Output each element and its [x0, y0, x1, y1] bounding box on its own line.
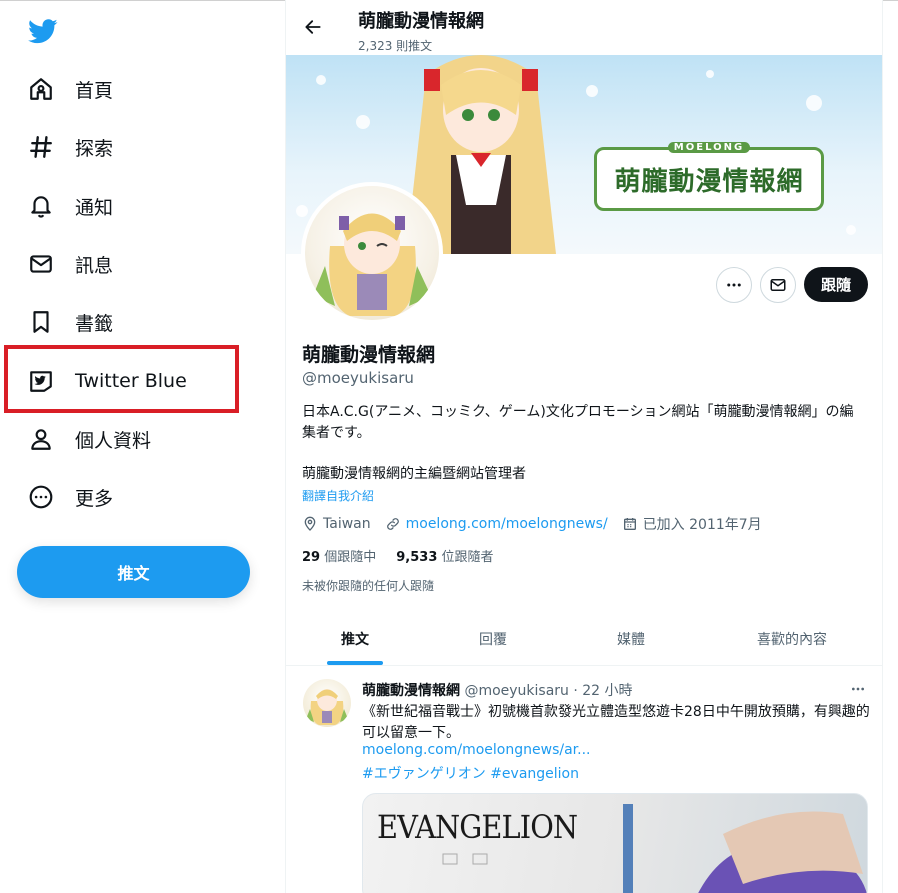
active-tab-indicator — [327, 661, 383, 665]
tweet-link[interactable]: moelong.com/moelongnews/ar... — [362, 742, 590, 758]
followers-count: 9,533 — [396, 550, 438, 565]
tweet-avatar[interactable] — [303, 679, 351, 727]
profile-avatar[interactable] — [301, 182, 443, 324]
snowflake — [316, 75, 326, 85]
location-pin-icon — [304, 516, 316, 531]
nav-messages-label: 訊息 — [75, 254, 114, 277]
link-icon — [386, 518, 399, 530]
location-text: Taiwan — [323, 516, 371, 532]
profile-tabs: 推文 回覆 媒體 喜歡的內容 — [286, 612, 882, 666]
following-count: 29 — [302, 550, 321, 565]
snowflake — [806, 95, 822, 111]
highlight-annotation-box — [4, 345, 239, 413]
tweet-media-image[interactable]: EVANGELION — [362, 793, 868, 893]
followers-stat[interactable]: 9,533 位跟隨者 — [396, 546, 493, 565]
profile-column: 萌朧動漫情報網 2,323 則推文 MOELONG 萌朧動漫情報網 跟隨 萌朧動… — [285, 0, 883, 893]
calendar-icon — [623, 518, 636, 530]
nav-profile-label: 個人資料 — [75, 429, 152, 452]
tab-media[interactable]: 媒體 — [562, 612, 700, 666]
location-item: Taiwan — [302, 516, 371, 532]
tweet-handle-time: @moeyukisaru · 22 小時 — [464, 683, 633, 699]
nav-more[interactable]: 更多 — [16, 472, 266, 522]
profile-bio: 日本A.C.G(アニメ、コッミク、ゲーム)文化プロモーション網站「萌朧動漫情報網… — [302, 404, 854, 441]
snowflake — [356, 115, 370, 129]
tweet-header: 萌朧動漫情報網 @moeyukisaru · 22 小時 — [362, 680, 633, 700]
message-button[interactable] — [760, 267, 796, 303]
more-options-button[interactable] — [716, 267, 752, 303]
snowflake — [296, 205, 308, 217]
tweet-author-name[interactable]: 萌朧動漫情報網 — [362, 683, 460, 699]
following-stat[interactable]: 29 個跟隨中 — [302, 546, 376, 565]
more-circle-icon — [28, 484, 54, 510]
banner-logo-text: 萌朧動漫情報網 — [614, 166, 804, 197]
header-tweet-count: 2,323 則推文 — [358, 39, 433, 53]
nav-home[interactable]: 首頁 — [16, 64, 266, 114]
banner-logo-small: MOELONG — [667, 142, 751, 153]
snowflake — [846, 225, 856, 235]
envelope-icon — [28, 251, 54, 277]
not-followed-notice: 未被你跟隨的任何人跟隨 — [302, 579, 435, 593]
followers-label: 位跟隨者 — [441, 550, 494, 565]
hashtag-link[interactable]: #エヴァンゲリオン — [362, 766, 486, 782]
translate-bio-link[interactable]: 翻譯自我介紹 — [302, 487, 374, 504]
tweet-more-icon[interactable] — [848, 679, 868, 699]
home-icon — [28, 76, 54, 102]
snowflake — [586, 85, 598, 97]
website-item[interactable]: moelong.com/moelongnews/ — [385, 516, 608, 532]
tab-likes[interactable]: 喜歡的內容 — [700, 612, 882, 666]
hashtag-icon — [28, 134, 54, 160]
nav-more-label: 更多 — [75, 487, 114, 510]
follow-stats: 29 個跟隨中 9,533 位跟隨者 — [302, 546, 514, 565]
profile-name: 萌朧動漫情報網 — [302, 344, 436, 366]
twitter-bird-icon[interactable] — [28, 16, 58, 46]
nav-notifications[interactable]: 通知 — [16, 181, 266, 231]
tweet-hashtags: #エヴァンゲリオン #evangelion — [362, 763, 579, 783]
tweet-item[interactable]: 萌朧動漫情報網 @moeyukisaru · 22 小時 《新世紀福音戰士》初號… — [286, 667, 882, 893]
nav-messages[interactable]: 訊息 — [16, 239, 266, 289]
follow-button[interactable]: 跟隨 — [804, 267, 868, 302]
envelope-icon — [770, 279, 786, 291]
nav-home-label: 首頁 — [75, 79, 114, 102]
profile-header: 萌朧動漫情報網 2,323 則推文 — [286, 0, 882, 55]
nav-bookmarks-label: 書籤 — [75, 312, 114, 335]
profile-handle: @moeyukisaru — [302, 369, 414, 387]
tab-replies[interactable]: 回覆 — [424, 612, 562, 666]
nav-profile[interactable]: 個人資料 — [16, 414, 266, 464]
following-label: 個跟隨中 — [324, 550, 377, 565]
hashtag-link[interactable]: #evangelion — [490, 766, 579, 782]
header-title: 萌朧動漫情報網 — [358, 11, 484, 32]
nav-bookmarks[interactable]: 書籤 — [16, 297, 266, 347]
bell-icon — [28, 193, 54, 219]
ellipsis-icon — [727, 283, 741, 287]
profile-bio-secondary: 萌朧動漫情報網的主編暨網站管理者 — [302, 466, 526, 482]
back-arrow-icon[interactable] — [300, 14, 326, 40]
sidebar: 首頁 探索 通知 訊息 書籤 Twitter Blue 個人資料 更多 推文 — [0, 0, 285, 893]
bookmark-icon — [28, 309, 54, 335]
compose-tweet-button[interactable]: 推文 — [17, 546, 250, 598]
person-icon — [28, 426, 54, 452]
nav-explore[interactable]: 探索 — [16, 122, 266, 172]
media-illustration — [442, 804, 867, 893]
tweet-text: 《新世紀福音戰士》初號機首款發光立體造型悠遊卡28日中午開放預購，有興趣的可以留… — [362, 704, 870, 741]
nav-notifications-label: 通知 — [75, 196, 114, 219]
joined-item: 已加入 2011年7月 — [622, 514, 762, 534]
website-link[interactable]: moelong.com/moelongnews/ — [406, 516, 608, 532]
profile-meta: Taiwan moelong.com/moelongnews/ 已加入 2011… — [302, 513, 776, 535]
tab-tweets[interactable]: 推文 — [286, 612, 424, 666]
snowflake — [706, 70, 714, 78]
nav-explore-label: 探索 — [75, 137, 114, 160]
banner-site-logo: MOELONG 萌朧動漫情報網 — [594, 142, 824, 211]
joined-text: 已加入 2011年7月 — [642, 517, 762, 533]
